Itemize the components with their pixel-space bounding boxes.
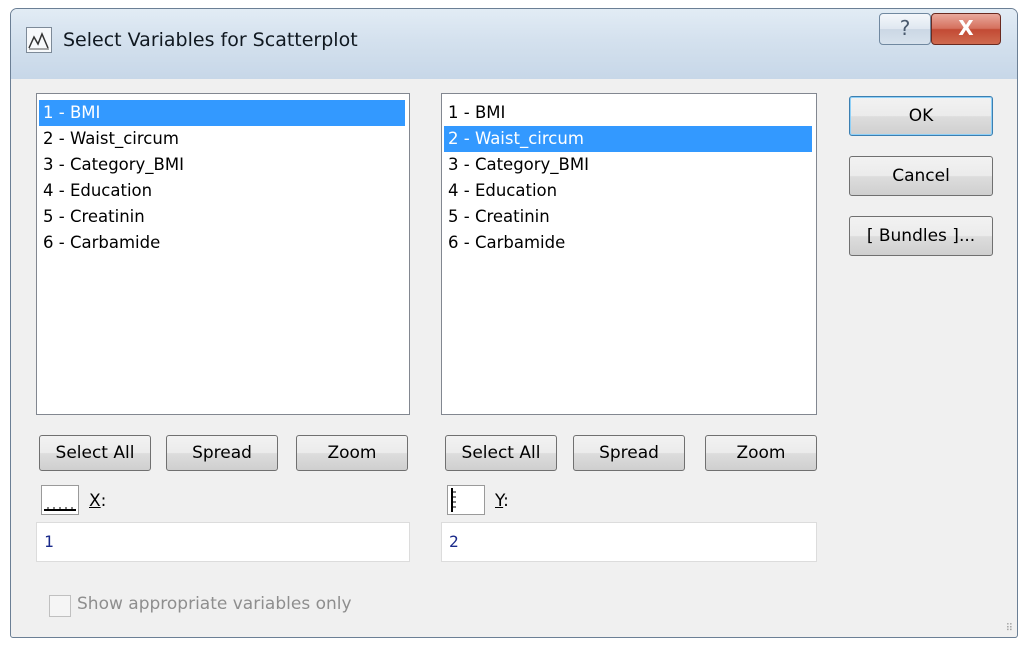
x-variable-list-item[interactable]: 1 - BMI [39, 100, 405, 126]
right-zoom-button[interactable]: Zoom [705, 435, 817, 471]
right-select-all-button[interactable]: Select All [445, 435, 557, 471]
help-button[interactable]: ? [879, 13, 931, 45]
x-variable-field[interactable]: 1 [36, 522, 410, 562]
y-variable-list-item[interactable]: 3 - Category_BMI [444, 152, 812, 178]
y-axis-icon [447, 485, 485, 515]
y-variable-list-item[interactable]: 6 - Carbamide [444, 230, 812, 256]
resize-grip-icon[interactable]: ⠿ [1006, 623, 1013, 634]
y-variable-list-item[interactable]: 5 - Creatinin [444, 204, 812, 230]
x-axis-icon [41, 485, 79, 515]
left-spread-button[interactable]: Spread [166, 435, 278, 471]
y-variable-list[interactable]: 1 - BMI 2 - Waist_circum 3 - Category_BMI 4… [441, 93, 817, 415]
left-zoom-button[interactable]: Zoom [296, 435, 408, 471]
bundles-button[interactable]: [ Bundles ]... [849, 216, 993, 256]
left-select-all-button[interactable]: Select All [39, 435, 151, 471]
x-variable-list[interactable]: 1 - BMI 2 - Waist_circum 3 - Category_BMI 4… [36, 93, 410, 415]
show-appropriate-label: Show appropriate variables only [77, 594, 352, 614]
close-button[interactable]: X [931, 13, 1001, 45]
scatterplot-app-icon [26, 27, 52, 53]
dialog-title: Select Variables for Scatterplot [63, 29, 358, 51]
x-axis-label: X: [89, 491, 107, 511]
x-variable-list-item[interactable]: 3 - Category_BMI [39, 152, 405, 178]
y-axis-label: Y: [495, 491, 509, 511]
y-variable-field[interactable]: 2 [441, 522, 817, 562]
title-bar[interactable]: Select Variables for Scatterplot ? X [11, 9, 1017, 79]
x-variable-list-item[interactable]: 4 - Education [39, 178, 405, 204]
x-variable-list-item[interactable]: 5 - Creatinin [39, 204, 405, 230]
show-appropriate-checkbox[interactable] [49, 595, 71, 617]
right-spread-button[interactable]: Spread [573, 435, 685, 471]
y-variable-list-item[interactable]: 1 - BMI [444, 100, 812, 126]
ok-button[interactable]: OK [849, 96, 993, 136]
x-variable-list-item[interactable]: 2 - Waist_circum [39, 126, 405, 152]
cancel-button[interactable]: Cancel [849, 156, 993, 196]
x-variable-list-item[interactable]: 6 - Carbamide [39, 230, 405, 256]
y-variable-list-item[interactable]: 4 - Education [444, 178, 812, 204]
dialog-window: Select Variables for Scatterplot ? X 1 -… [10, 8, 1018, 638]
y-variable-list-item[interactable]: 2 - Waist_circum [444, 126, 812, 152]
